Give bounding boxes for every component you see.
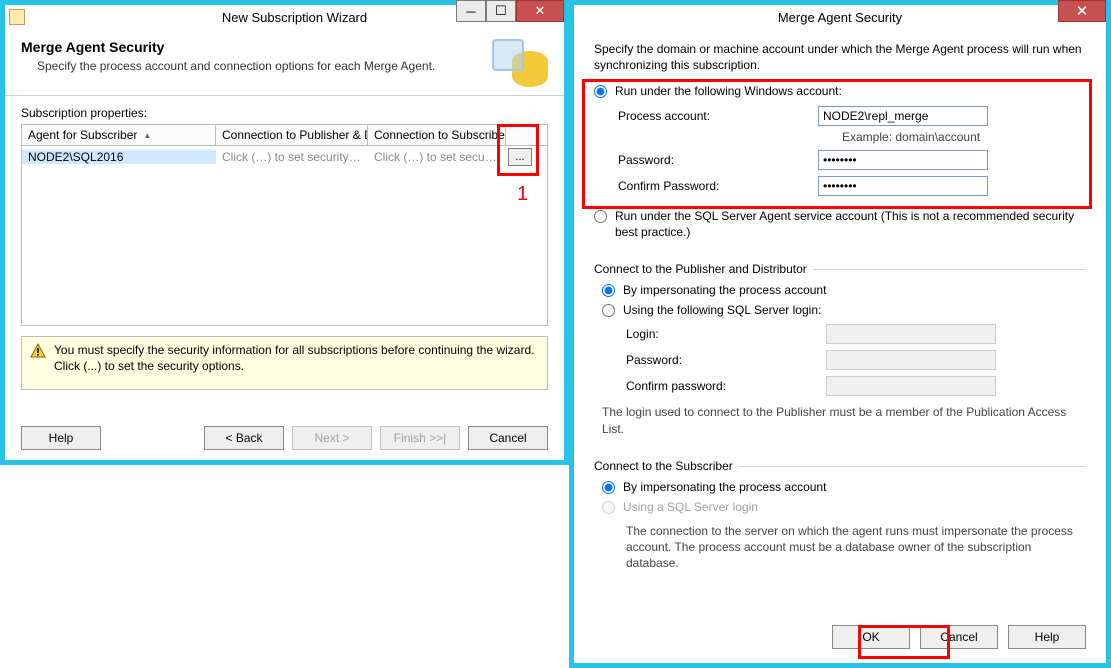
sub-note: The connection to the server on which th…	[626, 523, 1086, 572]
pub-confirm-password-input	[826, 376, 996, 396]
pub-note: The login used to connect to the Publish…	[602, 404, 1086, 436]
window-title-right: Merge Agent Security	[574, 10, 1106, 25]
wizard-header-graphic	[492, 39, 548, 87]
cell-subscriber-conn: Click (…) to set security opti…	[368, 150, 506, 164]
window-icon	[492, 39, 524, 71]
ok-button[interactable]: OK	[832, 625, 910, 649]
pub-login-input	[826, 324, 996, 344]
confirm-password-input[interactable]	[818, 176, 988, 196]
titlebar-right: Merge Agent Security ✕	[574, 5, 1106, 29]
window-controls-right: ✕	[1058, 0, 1106, 22]
radio-pub-impersonate[interactable]: By impersonating the process account	[602, 282, 1086, 298]
radio-run-agent-account[interactable]: Run under the SQL Server Agent service a…	[594, 208, 1086, 240]
grid-header: Agent for Subscriber ▲ Connection to Pub…	[21, 124, 548, 146]
dialog-body: Specify the domain or machine account un…	[574, 29, 1106, 572]
radio-run-windows-input[interactable]	[594, 85, 607, 98]
confirm-password-row: Confirm Password:	[618, 176, 1086, 196]
help-button[interactable]: Help	[1008, 625, 1086, 649]
app-icon	[9, 9, 25, 25]
cell-ellipsis: ...	[506, 148, 534, 166]
cancel-button[interactable]: Cancel	[920, 625, 998, 649]
column-label: Agent for Subscriber	[28, 128, 137, 142]
dialog-buttons: OK Cancel Help	[574, 625, 1106, 649]
new-subscription-wizard-window: New Subscription Wizard ─ ☐ ✕ Merge Agen…	[0, 0, 569, 465]
radio-sub-sql-login-input	[602, 501, 615, 514]
column-connection-publisher[interactable]: Connection to Publisher & Dis…	[216, 125, 368, 145]
finish-button[interactable]: Finish >>|	[380, 426, 460, 450]
process-account-example: Example: domain\account	[842, 130, 1086, 144]
confirm-password-label: Confirm Password:	[618, 179, 818, 193]
section-subscriber: Connect to the Subscriber	[594, 459, 1086, 473]
radio-sub-impersonate-label: By impersonating the process account	[623, 479, 826, 495]
pub-login-label: Login:	[626, 327, 826, 341]
close-button[interactable]: ✕	[516, 0, 564, 22]
subscription-properties-label: Subscription properties:	[21, 106, 548, 120]
merge-agent-security-window: Merge Agent Security ✕ Specify the domai…	[569, 0, 1111, 668]
wizard-button-row: Help < Back Next > Finish >>| Cancel	[5, 426, 564, 450]
process-account-label: Process account:	[618, 109, 818, 123]
back-button[interactable]: < Back	[204, 426, 284, 450]
cancel-button[interactable]: Cancel	[468, 426, 548, 450]
wizard-header-title: Merge Agent Security	[21, 39, 435, 55]
radio-pub-impersonate-input[interactable]	[602, 284, 615, 297]
radio-run-agent-input[interactable]	[594, 210, 607, 223]
window-controls-left: ─ ☐ ✕	[456, 0, 564, 22]
close-button[interactable]: ✕	[1058, 0, 1106, 22]
next-button[interactable]: Next >	[292, 426, 372, 450]
cell-subscriber: NODE2\SQL2016	[22, 150, 216, 164]
grid-body: NODE2\SQL2016 Click (…) to set security …	[21, 146, 548, 326]
pub-confirm-password-row: Confirm password:	[626, 376, 1086, 396]
wizard-body: Subscription properties: Agent for Subsc…	[5, 96, 564, 390]
column-agent-for-subscriber[interactable]: Agent for Subscriber ▲	[22, 125, 216, 145]
password-input[interactable]	[818, 150, 988, 170]
set-security-button[interactable]: ...	[508, 148, 532, 166]
radio-run-windows-label: Run under the following Windows account:	[615, 83, 842, 99]
section-publisher-label: Connect to the Publisher and Distributor	[594, 262, 813, 276]
warning-panel: You must specify the security informatio…	[21, 336, 548, 390]
column-connection-subscriber[interactable]: Connection to Subscriber	[368, 125, 506, 145]
password-row: Password:	[618, 150, 1086, 170]
help-button[interactable]: Help	[21, 426, 101, 450]
radio-run-windows-account[interactable]: Run under the following Windows account:	[594, 83, 1086, 99]
wizard-header: Merge Agent Security Specify the process…	[5, 29, 564, 95]
section-publisher-distributor: Connect to the Publisher and Distributor	[594, 262, 1086, 276]
pub-login-row: Login:	[626, 324, 1086, 344]
pub-confirm-password-label: Confirm password:	[626, 379, 826, 393]
dialog-intro: Specify the domain or machine account un…	[594, 41, 1086, 73]
section-subscriber-label: Connect to the Subscriber	[594, 459, 739, 473]
radio-run-agent-label: Run under the SQL Server Agent service a…	[615, 208, 1086, 240]
pub-password-label: Password:	[626, 353, 826, 367]
warning-icon	[30, 343, 46, 359]
password-label: Password:	[618, 153, 818, 167]
radio-sub-sql-login: Using a SQL Server login	[602, 499, 1086, 515]
warning-text: You must specify the security informatio…	[54, 343, 539, 374]
radio-pub-sql-login-label: Using the following SQL Server login:	[623, 302, 821, 318]
maximize-button[interactable]: ☐	[486, 0, 516, 22]
radio-pub-impersonate-label: By impersonating the process account	[623, 282, 826, 298]
titlebar-left: New Subscription Wizard ─ ☐ ✕	[5, 5, 564, 29]
process-account-row: Process account:	[618, 106, 1086, 126]
radio-pub-sql-login[interactable]: Using the following SQL Server login:	[602, 302, 1086, 318]
pub-password-input	[826, 350, 996, 370]
radio-pub-sql-login-input[interactable]	[602, 304, 615, 317]
radio-sub-sql-login-label: Using a SQL Server login	[623, 499, 758, 515]
pub-password-row: Password:	[626, 350, 1086, 370]
minimize-button[interactable]: ─	[456, 0, 486, 22]
cell-publisher-conn: Click (…) to set security opti…	[216, 150, 368, 164]
sort-asc-icon: ▲	[143, 131, 151, 140]
radio-sub-impersonate-input[interactable]	[602, 481, 615, 494]
wizard-header-subtitle: Specify the process account and connecti…	[37, 59, 435, 73]
table-row[interactable]: NODE2\SQL2016 Click (…) to set security …	[22, 146, 547, 168]
column-ellipsis	[506, 125, 534, 145]
annotation-number-1: 1	[517, 183, 528, 206]
process-account-input[interactable]	[818, 106, 988, 126]
radio-sub-impersonate[interactable]: By impersonating the process account	[602, 479, 1086, 495]
